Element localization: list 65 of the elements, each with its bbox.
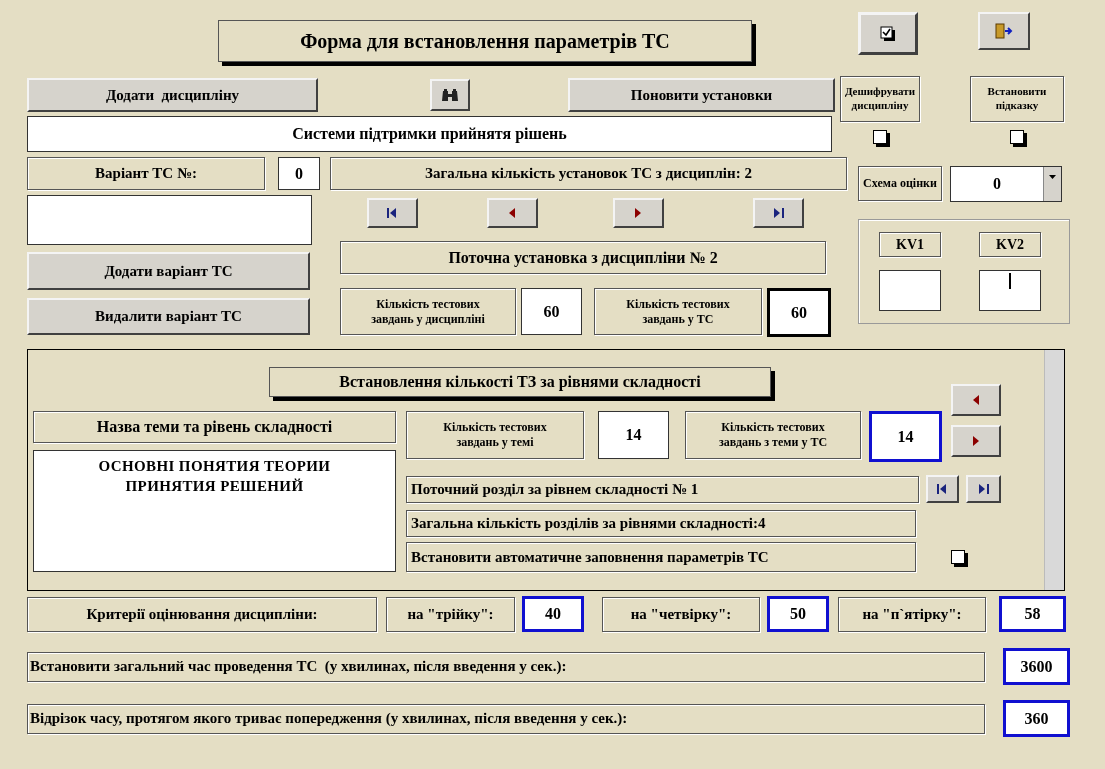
binoculars-icon [441, 88, 459, 102]
field-label: KV2 [979, 232, 1041, 257]
input-field[interactable]: 0 [278, 157, 320, 190]
field-label: Схема оцінки [858, 166, 942, 201]
search-button[interactable] [430, 79, 470, 111]
field-label: Поточний розділ за рівнем складності № 1 [406, 475, 919, 503]
field-label: Відрізок часу, протягом якого триває попередження (у хвилинах, після введення у сек.): [27, 703, 985, 734]
field-label: Встановити підказку [970, 76, 1064, 122]
field-label: Назва теми та рівень складності [33, 411, 396, 443]
field-label: Кількість тестових завдань з теми у ТС [685, 411, 861, 459]
door-exit-icon [995, 23, 1013, 39]
field-label: на "п`ятірку": [838, 596, 986, 632]
input-field[interactable]: 360 [1003, 700, 1070, 737]
field-label: Критерії оцінювання дисципліни: [27, 596, 377, 632]
field-label: Поточна установка з дисципліни № 2 [340, 241, 826, 274]
dropdown-caret-icon [1049, 175, 1056, 179]
field-label: Варіант ТС №: [27, 157, 265, 190]
checkbox[interactable] [873, 130, 887, 144]
field-label: на "трійку": [386, 596, 515, 632]
nav-last-button[interactable] [966, 475, 1001, 503]
input-field[interactable]: 60 [767, 288, 831, 337]
checkbox-toggle-button[interactable] [858, 12, 918, 55]
input-field[interactable]: 50 [767, 596, 829, 632]
checkbox-icon [880, 25, 896, 42]
input-field[interactable]: 3600 [1003, 648, 1070, 685]
add-discipline-button[interactable]: Додати дисципліну [27, 78, 318, 112]
input-field[interactable]: 58 [999, 596, 1066, 632]
field-label: Встановити загальний час проведення ТС (у хвилинах, після введення у сек.): [27, 651, 985, 682]
nav-next-button[interactable] [613, 198, 664, 228]
nav-prev-button[interactable] [951, 384, 1001, 416]
input-field[interactable]: 60 [521, 288, 582, 335]
nav-last-icon [772, 206, 785, 220]
input-field[interactable] [979, 270, 1041, 311]
discipline-field[interactable]: Системи підтримки прийнятя рішень [27, 116, 832, 152]
field-label: Дешифрувати дисципліну [840, 76, 920, 122]
checkbox[interactable] [1010, 130, 1024, 144]
nav-next-button[interactable] [951, 425, 1001, 457]
field-label: Встановити автоматичне заповнення параметрів ТС [406, 542, 916, 572]
nav-first-button[interactable] [926, 475, 959, 503]
exit-button[interactable] [978, 12, 1030, 50]
input-field[interactable]: 40 [522, 596, 584, 632]
field-label: Кількість тестових завдань у дисципліні [340, 288, 516, 335]
input-field[interactable]: 14 [598, 411, 669, 459]
nav-last-button[interactable] [753, 198, 804, 228]
nav-first-icon [936, 482, 949, 496]
topic-text-area[interactable]: ОСНОВНІ ПОНЯТИЯ ТЕОРИИ ПРИНЯТИЯ РЕШЕНИЙ [33, 450, 396, 572]
field-label: KV1 [879, 232, 941, 257]
field-label: Загальна кількість установок ТС з дисциплін: 2 [330, 157, 847, 190]
add-variant-button[interactable]: Додати варіант ТС [27, 252, 310, 290]
variant-field[interactable] [27, 195, 312, 245]
nav-prev-button[interactable] [487, 198, 538, 228]
nav-first-button[interactable] [367, 198, 418, 228]
field-label: Кількість тестових завдань у ТС [594, 288, 762, 335]
input-field[interactable] [879, 270, 941, 311]
input-field[interactable]: 14 [869, 411, 942, 462]
text-cursor [1009, 273, 1011, 289]
nav-first-icon [386, 206, 399, 220]
delete-variant-button[interactable]: Видалити варіант ТС [27, 298, 310, 335]
checkbox[interactable] [951, 550, 965, 564]
scheme-dropdown[interactable]: 0 [950, 166, 1062, 202]
field-label: Кількість тестових завдань у темі [406, 411, 584, 459]
field-label: на "четвірку": [602, 596, 760, 632]
nav-last-icon [977, 482, 990, 496]
refresh-button[interactable]: Поновити установки [568, 78, 835, 112]
field-label: Загальна кількість розділів за рівнями складності:4 [406, 510, 916, 537]
